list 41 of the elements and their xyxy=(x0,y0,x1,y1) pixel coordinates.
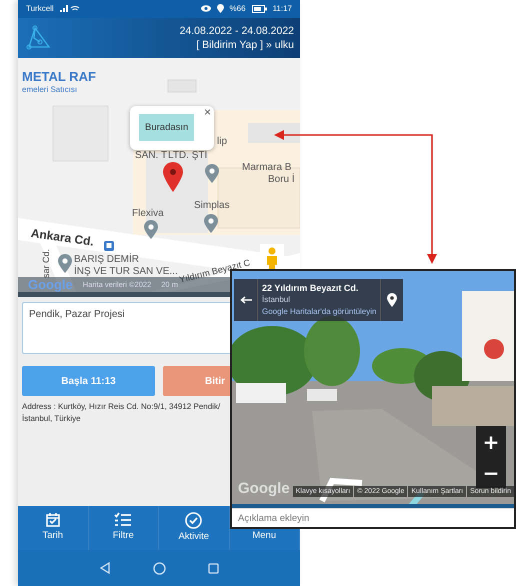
back-icon[interactable] xyxy=(99,562,111,574)
recent-apps-icon[interactable] xyxy=(208,562,219,574)
carrier-name: Turkcell xyxy=(26,4,54,14)
street-name: 22 Yıldırım Beyazıt Cd. xyxy=(262,282,360,294)
map-label: SAN. T xyxy=(135,150,168,162)
battery-percent: %66 xyxy=(230,4,246,14)
calendar-icon xyxy=(44,512,61,528)
map-label: Yıldırım Beyazıt C xyxy=(178,256,252,286)
map-label: lip xyxy=(217,136,228,148)
map-label: İNŞ VE TUR SAN VE... xyxy=(74,266,178,278)
popup-message: Buradasın xyxy=(139,114,194,141)
map-label: emeleri Satıcısı xyxy=(22,84,78,96)
map-label: Flexiva xyxy=(132,208,164,220)
map-label: Simplas xyxy=(194,200,230,212)
street-view-logo: Google xyxy=(238,480,290,497)
date-range: 24.08.2022 - 24.08.2022 xyxy=(180,24,294,38)
eye-icon xyxy=(200,5,211,12)
checklist-icon xyxy=(114,512,132,528)
map-label: Ankara Cd. xyxy=(30,226,95,248)
clock-time: 11:17 xyxy=(272,4,292,14)
description-field[interactable]: Açıklama ekleyin xyxy=(232,508,514,525)
triangle-network-logo-icon xyxy=(26,24,52,51)
map-label: BARIŞ DEMİR xyxy=(74,254,140,265)
battery-icon xyxy=(252,4,267,13)
map-label: LTD. ŞTİ xyxy=(168,150,208,162)
location-icon xyxy=(216,4,224,14)
zoom-in-button[interactable]: + xyxy=(476,426,506,457)
signal-icon xyxy=(60,4,80,13)
check-circle-icon xyxy=(185,512,202,529)
breadcrumb: [ Bildirim Yap ] » ulku xyxy=(196,38,294,52)
map-label: Marmara B xyxy=(242,162,292,174)
zoom-out-button[interactable]: − xyxy=(476,457,506,488)
address-text: Address : Kurtköy, Hızır Reis Cd. No:9/1, 34912 Pendik/İstanbul, Türkiye xyxy=(22,401,222,426)
map-label: Boru İ xyxy=(268,174,295,186)
popup-close-button[interactable]: × xyxy=(204,106,211,118)
map-label: sar Cd. xyxy=(40,248,52,278)
location-marker-icon xyxy=(163,162,183,192)
home-icon[interactable] xyxy=(153,562,166,575)
map-logo: Google xyxy=(28,278,73,292)
map-label: METAL RAF xyxy=(22,70,96,84)
map-pin-icon[interactable] xyxy=(387,293,398,307)
